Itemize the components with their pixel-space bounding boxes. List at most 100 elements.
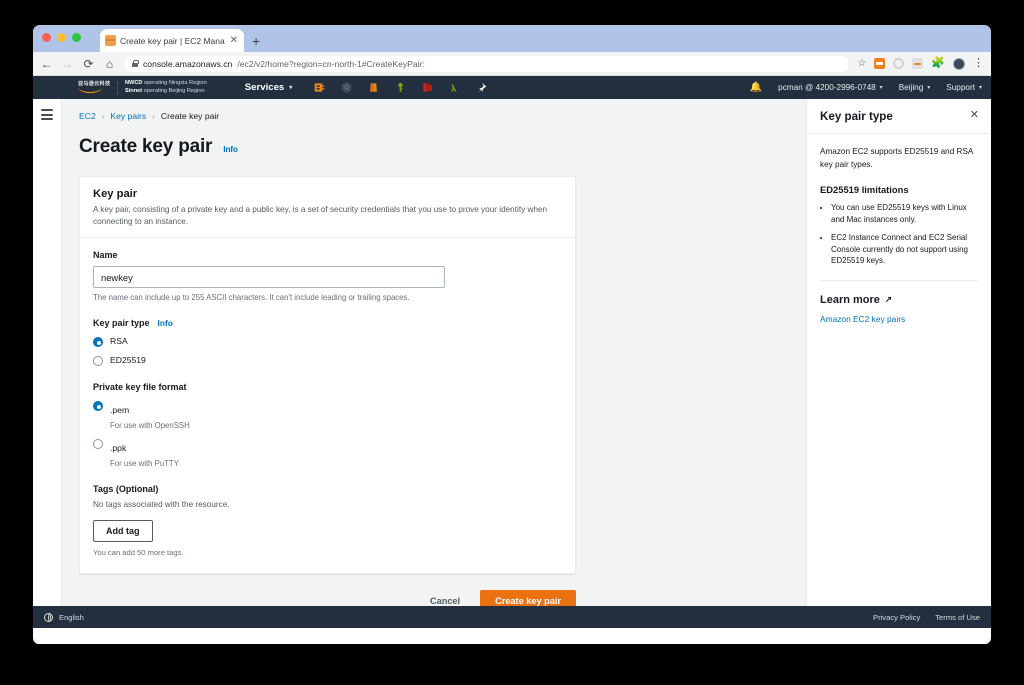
close-window-button[interactable] <box>42 33 51 42</box>
service-shortcuts <box>314 82 487 93</box>
cancel-button[interactable]: Cancel <box>428 592 462 606</box>
browser-toolbar: ← → ⟳ ⌂ console.amazonaws.cn/ec2/v2/home… <box>33 52 991 76</box>
extension-orange-icon[interactable] <box>874 58 886 69</box>
help-panel-title: Key pair type <box>820 110 893 123</box>
page-title: Create key pair Info <box>79 136 806 158</box>
browser-menu-icon[interactable]: ⋮ <box>973 58 984 69</box>
account-menu[interactable]: pcman @ 4200-2996-0748 ▾ <box>778 83 883 92</box>
help-panel-header: Key pair type ✕ <box>807 99 991 134</box>
name-label: Name <box>93 250 118 260</box>
language-selector[interactable]: English <box>44 612 84 622</box>
help-bullet-item: EC2 Instance Connect and EC2 Serial Cons… <box>831 232 978 267</box>
lock-icon <box>132 60 139 67</box>
add-tag-button[interactable]: Add tag <box>93 520 153 542</box>
radio-rsa-indicator[interactable] <box>93 337 103 347</box>
services-menu[interactable]: Services ▾ <box>245 82 293 93</box>
breadcrumb: EC2 › Key pairs › Create key pair <box>79 111 806 121</box>
learn-more-heading: Learn more ↗ <box>820 294 978 306</box>
support-menu[interactable]: Support ▾ <box>946 83 982 92</box>
breadcrumb-item-ec2[interactable]: EC2 <box>79 111 96 121</box>
browser-tab[interactable]: Create key pair | EC2 Managen ✕ <box>100 29 244 52</box>
close-icon[interactable]: ✕ <box>970 110 979 121</box>
window-controls[interactable] <box>42 33 81 42</box>
help-external-link[interactable]: Amazon EC2 key pairs <box>820 314 978 324</box>
region-label: Beijing <box>898 83 924 92</box>
profile-avatar[interactable] <box>953 57 965 70</box>
radio-ed25519-indicator[interactable] <box>93 356 103 366</box>
radio-rsa-label: RSA <box>110 336 128 346</box>
radio-option-rsa[interactable]: RSA <box>93 336 562 347</box>
reload-icon[interactable]: ⟳ <box>82 58 95 70</box>
forward-icon[interactable]: → <box>61 58 74 70</box>
browser-tabstrip: Create key pair | EC2 Managen ✕ + <box>33 25 991 52</box>
chevron-down-icon: ▾ <box>978 85 982 91</box>
maximize-window-button[interactable] <box>72 33 81 42</box>
minimize-window-button[interactable] <box>57 33 66 42</box>
key-pair-type-group: Key pair type Info RSA ED25519 <box>93 318 562 366</box>
directory-service-icon[interactable] <box>314 82 325 93</box>
browser-window: Create key pair | EC2 Managen ✕ + ← → ⟳ … <box>33 25 991 644</box>
nwcd-label: NWCD <box>125 80 143 87</box>
bookmark-star-icon[interactable]: ☆ <box>857 58 866 69</box>
radio-ppk-sublabel: For use with PuTTY <box>110 459 179 468</box>
s3-icon[interactable] <box>368 82 379 93</box>
cloudwatch-icon[interactable] <box>422 82 433 93</box>
extension-amazon-icon[interactable] <box>912 58 924 69</box>
lambda-icon[interactable] <box>449 82 460 93</box>
name-hint: The name can include up to 255 ASCII cha… <box>93 293 410 302</box>
iam-icon[interactable] <box>341 82 352 93</box>
aws-china-logo[interactable]: 亚马逊云科技 <box>78 81 110 95</box>
privacy-policy-link[interactable]: Privacy Policy <box>873 613 920 622</box>
page-info-link[interactable]: Info <box>223 144 238 154</box>
console-body: EC2 › Key pairs › Create key pair Create… <box>33 99 991 606</box>
breadcrumb-item-key-pairs[interactable]: Key pairs <box>110 111 146 121</box>
radio-ppk-label: .ppk <box>110 443 127 453</box>
sinnet-region: operating Beijing Region <box>142 87 205 94</box>
card-header: Key pair A key pair, consisting of a pri… <box>80 177 575 238</box>
terms-of-use-link[interactable]: Terms of Use <box>935 613 980 622</box>
create-key-pair-button[interactable]: Create key pair <box>480 590 576 606</box>
chevron-right-icon: › <box>152 111 155 121</box>
radio-pem-indicator[interactable] <box>93 401 103 411</box>
extension-circle-icon[interactable] <box>893 58 905 69</box>
help-divider <box>820 279 978 281</box>
breadcrumb-item-current: Create key pair <box>160 111 220 121</box>
form-actions: Cancel Create key pair <box>79 590 576 606</box>
help-bullet-list: You can use ED25519 keys with Linux and … <box>820 202 978 267</box>
tags-empty-text: No tags associated with the resource. <box>93 500 230 509</box>
private-key-format-label: Private key file format <box>93 382 562 392</box>
radio-ed25519-label: ED25519 <box>110 355 146 365</box>
help-panel-body: Amazon EC2 supports ED25519 and RSA key … <box>807 134 991 336</box>
notifications-bell-icon[interactable]: 🔔 <box>750 82 762 93</box>
new-tab-button[interactable]: + <box>252 34 260 48</box>
tags-hint: You can add 50 more tags. <box>93 548 184 557</box>
home-icon[interactable]: ⌂ <box>103 58 116 70</box>
key-pair-type-info-link[interactable]: Info <box>158 318 173 328</box>
radio-option-ppk[interactable]: .ppk For use with PuTTY <box>93 438 562 468</box>
back-icon[interactable]: ← <box>40 58 53 70</box>
key-management-icon[interactable] <box>395 82 406 93</box>
close-tab-icon[interactable]: ✕ <box>229 35 239 46</box>
private-key-format-group: Private key file format .pem For use wit… <box>93 382 562 468</box>
extensions-puzzle-icon[interactable]: 🧩 <box>931 58 945 69</box>
aws-favicon-icon <box>105 35 116 46</box>
help-panel: Key pair type ✕ Amazon EC2 supports ED25… <box>806 99 991 606</box>
hamburger-menu-icon[interactable] <box>41 109 53 606</box>
key-pair-type-label-text: Key pair type <box>93 318 150 328</box>
radio-option-pem[interactable]: .pem For use with OpenSSH <box>93 400 562 430</box>
private-key-format-label-text: Private key file format <box>93 382 187 392</box>
pin-icon[interactable] <box>476 82 487 93</box>
region-menu[interactable]: Beijing ▾ <box>899 83 931 92</box>
tags-label: Tags (Optional) <box>93 484 159 494</box>
nav-divider <box>117 80 118 95</box>
address-bar[interactable]: console.amazonaws.cn/ec2/v2/home?region=… <box>124 55 850 72</box>
help-intro-text: Amazon EC2 supports ED25519 and RSA key … <box>820 147 973 169</box>
key-pair-name-input[interactable] <box>93 266 445 288</box>
radio-ppk-indicator[interactable] <box>93 439 103 449</box>
console-footer: English Privacy Policy Terms of Use <box>33 606 991 628</box>
card-body: Name The name can include up to 255 ASCI… <box>80 238 575 573</box>
globe-icon <box>44 612 53 622</box>
radio-option-ed25519[interactable]: ED25519 <box>93 355 562 366</box>
card-description: A key pair, consisting of a private key … <box>93 205 548 226</box>
radio-pem-label: .pem <box>110 405 130 415</box>
